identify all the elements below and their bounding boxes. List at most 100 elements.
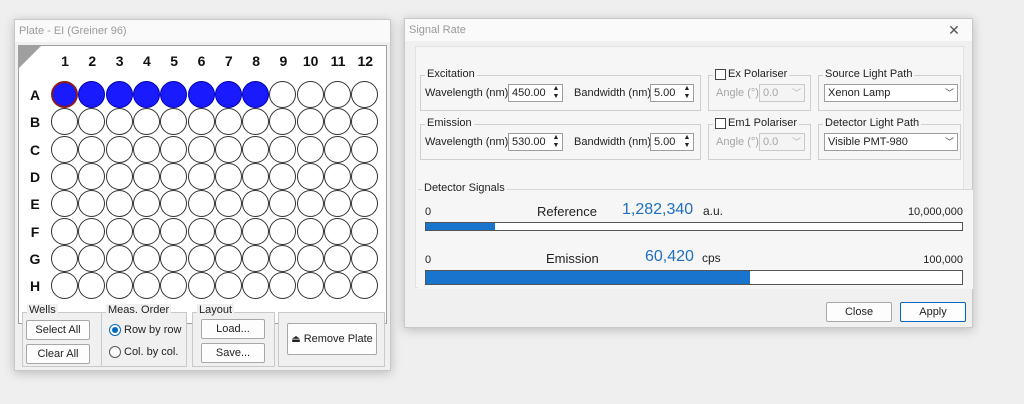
well-C8[interactable] xyxy=(242,135,270,163)
well-E3[interactable] xyxy=(105,190,133,218)
well-B1[interactable] xyxy=(51,108,78,136)
well-B7[interactable] xyxy=(214,108,242,136)
well-H5[interactable] xyxy=(160,272,188,300)
well-H11[interactable] xyxy=(324,272,351,300)
column-label-5[interactable]: 5 xyxy=(164,53,184,69)
well-B5[interactable] xyxy=(160,108,188,136)
well-A10[interactable] xyxy=(296,81,324,108)
well-D1[interactable] xyxy=(51,162,78,190)
well-H1[interactable] xyxy=(51,272,78,300)
well-G10[interactable] xyxy=(296,244,324,272)
row-label-B[interactable]: B xyxy=(25,114,45,130)
well-H7[interactable] xyxy=(214,272,242,300)
well-D9[interactable] xyxy=(269,162,297,190)
row-label-H[interactable]: H xyxy=(25,278,45,294)
well-A3[interactable] xyxy=(105,81,133,108)
well-A11[interactable] xyxy=(324,81,351,108)
well-G6[interactable] xyxy=(187,244,215,272)
well-E1[interactable] xyxy=(51,190,78,218)
well-H2[interactable] xyxy=(78,272,106,300)
well-F10[interactable] xyxy=(296,217,324,245)
row-label-A[interactable]: A xyxy=(25,87,45,103)
well-F5[interactable] xyxy=(160,217,188,245)
row-label-F[interactable]: F xyxy=(25,224,45,240)
well-H4[interactable] xyxy=(132,272,160,300)
well-E8[interactable] xyxy=(242,190,270,218)
column-label-4[interactable]: 4 xyxy=(137,53,157,69)
well-E4[interactable] xyxy=(132,190,160,218)
spin-arrows-icon[interactable]: ▲ ▼ xyxy=(551,85,561,101)
well-B2[interactable] xyxy=(78,108,106,136)
column-label-8[interactable]: 8 xyxy=(246,53,266,69)
save-button[interactable]: Save... xyxy=(201,343,265,363)
spin-arrows-icon[interactable]: ▲ ▼ xyxy=(682,85,692,101)
well-A6[interactable] xyxy=(187,81,215,108)
excitation-bandwidth-input[interactable]: 5.00 ▲ ▼ xyxy=(650,84,694,102)
well-C4[interactable] xyxy=(132,135,160,163)
well-G8[interactable] xyxy=(242,244,270,272)
well-C7[interactable] xyxy=(214,135,242,163)
well-D3[interactable] xyxy=(105,162,133,190)
well-H10[interactable] xyxy=(296,272,324,300)
well-C12[interactable] xyxy=(351,135,379,163)
well-D4[interactable] xyxy=(132,162,160,190)
well-E12[interactable] xyxy=(351,190,379,218)
well-D7[interactable] xyxy=(214,162,242,190)
well-D6[interactable] xyxy=(187,162,215,190)
well-C2[interactable] xyxy=(78,135,106,163)
well-G11[interactable] xyxy=(324,244,351,272)
well-E10[interactable] xyxy=(296,190,324,218)
well-C10[interactable] xyxy=(296,135,324,163)
em-angle-select[interactable]: 0.0 ﹀ xyxy=(759,133,805,151)
remove-plate-button[interactable]: ⏏ Remove Plate xyxy=(287,323,377,355)
well-F2[interactable] xyxy=(78,217,106,245)
well-H3[interactable] xyxy=(105,272,133,300)
well-C1[interactable] xyxy=(51,135,78,163)
well-B8[interactable] xyxy=(242,108,270,136)
well-B6[interactable] xyxy=(187,108,215,136)
select-all-button[interactable]: Select All xyxy=(26,320,90,340)
well-F3[interactable] xyxy=(105,217,133,245)
ex-polariser-checkbox[interactable]: Ex Polariser xyxy=(713,68,790,80)
column-label-2[interactable]: 2 xyxy=(82,53,102,69)
detector-light-path-select[interactable]: Visible PMT-980 ﹀ xyxy=(824,133,958,151)
well-F8[interactable] xyxy=(242,217,270,245)
well-D11[interactable] xyxy=(324,162,351,190)
column-label-3[interactable]: 3 xyxy=(110,53,130,69)
well-B12[interactable] xyxy=(351,108,379,136)
well-F1[interactable] xyxy=(51,217,78,245)
well-A2[interactable] xyxy=(78,81,106,108)
column-label-7[interactable]: 7 xyxy=(219,53,239,69)
well-E2[interactable] xyxy=(78,190,106,218)
source-light-path-select[interactable]: Xenon Lamp ﹀ xyxy=(824,84,958,102)
well-D10[interactable] xyxy=(296,162,324,190)
well-F9[interactable] xyxy=(269,217,297,245)
well-G5[interactable] xyxy=(160,244,188,272)
well-G9[interactable] xyxy=(269,244,297,272)
well-B4[interactable] xyxy=(132,108,160,136)
em-polariser-checkbox[interactable]: Em1 Polariser xyxy=(713,117,800,129)
well-H9[interactable] xyxy=(269,272,297,300)
well-C11[interactable] xyxy=(324,135,351,163)
well-G7[interactable] xyxy=(214,244,242,272)
well-A7[interactable] xyxy=(214,81,242,108)
close-button[interactable]: Close xyxy=(826,302,892,322)
excitation-wavelength-input[interactable]: 450.00 ▲ ▼ xyxy=(508,84,563,102)
close-icon[interactable]: ✕ xyxy=(946,22,962,38)
well-E7[interactable] xyxy=(214,190,242,218)
well-A4[interactable] xyxy=(132,81,160,108)
well-F6[interactable] xyxy=(187,217,215,245)
well-F4[interactable] xyxy=(132,217,160,245)
spin-arrows-icon[interactable]: ▲ ▼ xyxy=(682,134,692,150)
column-label-12[interactable]: 12 xyxy=(355,53,375,69)
well-G12[interactable] xyxy=(351,244,379,272)
well-E9[interactable] xyxy=(269,190,297,218)
column-label-6[interactable]: 6 xyxy=(192,53,212,69)
well-A9[interactable] xyxy=(269,81,297,108)
well-B9[interactable] xyxy=(269,108,297,136)
row-label-E[interactable]: E xyxy=(25,196,45,212)
well-E5[interactable] xyxy=(160,190,188,218)
clear-all-button[interactable]: Clear All xyxy=(26,344,90,364)
column-label-1[interactable]: 1 xyxy=(55,53,75,69)
well-E11[interactable] xyxy=(324,190,351,218)
